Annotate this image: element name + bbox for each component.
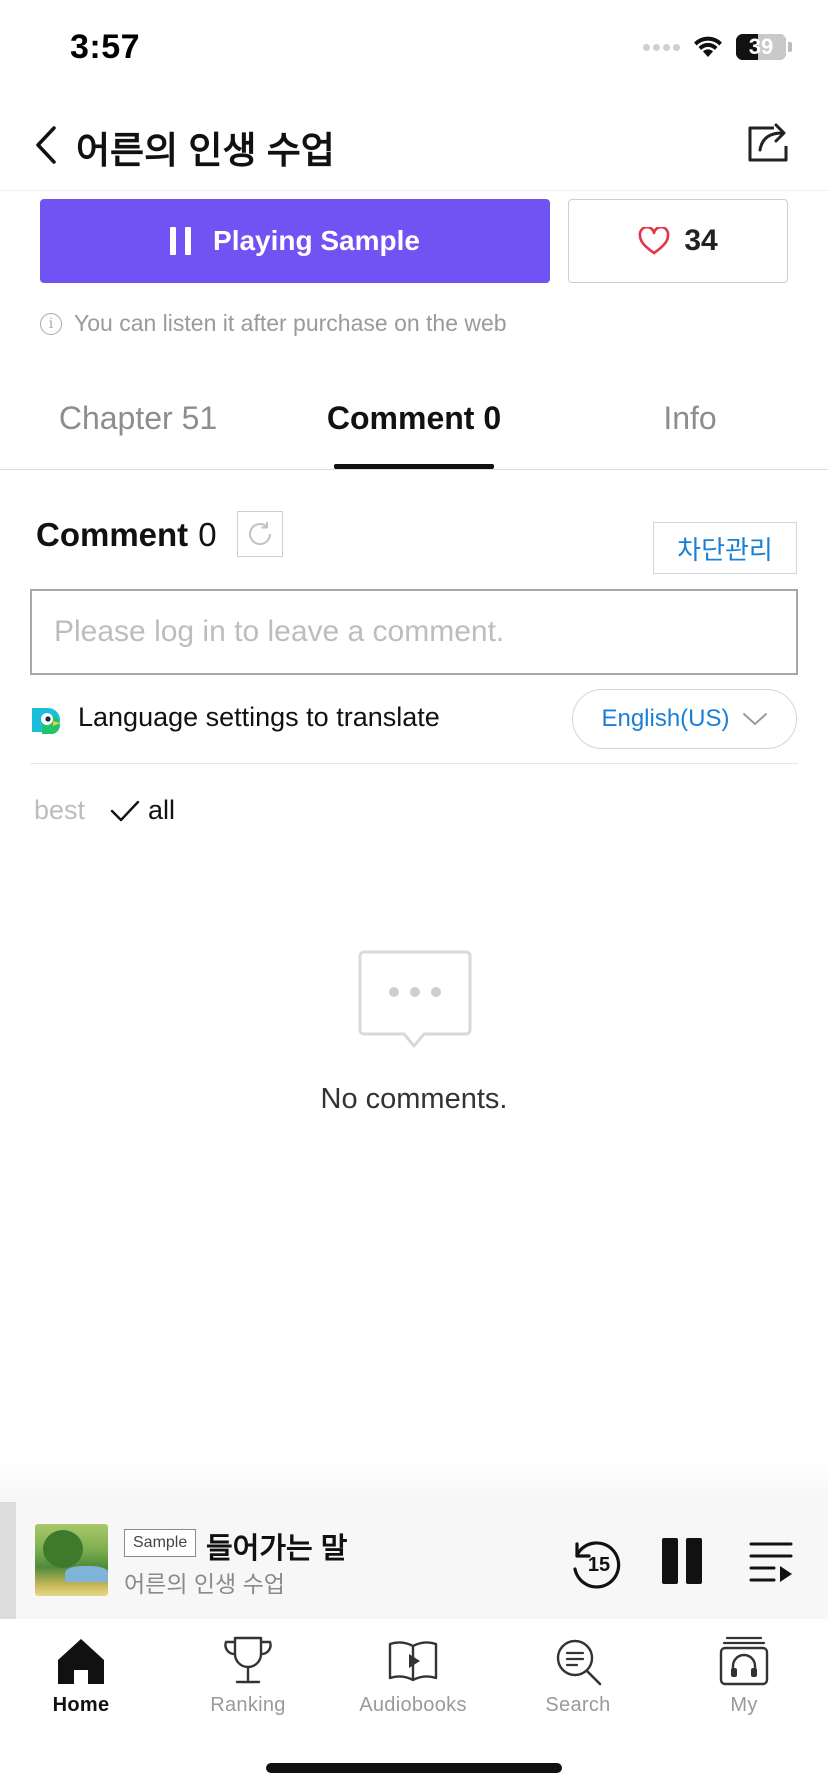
- comment-heading-label: Comment: [36, 516, 189, 553]
- nav-my-label: My: [730, 1694, 758, 1716]
- filter-best[interactable]: best: [34, 795, 85, 826]
- track-book-title: 어른의 인생 수업: [124, 1571, 285, 1597]
- like-count: 34: [684, 224, 718, 257]
- heart-icon: [638, 227, 670, 255]
- page-title: 어른의 인생 수업: [76, 130, 335, 171]
- open-book-play-icon: [388, 1641, 438, 1682]
- tab-info[interactable]: Info: [640, 400, 740, 437]
- trophy-icon: [224, 1636, 272, 1684]
- papago-translate-icon: [32, 708, 60, 735]
- comment-heading: Comment 0: [36, 516, 217, 554]
- checkmark-icon: [110, 800, 140, 821]
- home-icon: [58, 1639, 104, 1684]
- nav-search[interactable]: Search: [503, 1634, 653, 1717]
- tab-comment[interactable]: Comment 0: [318, 400, 510, 437]
- rewind-seconds: 15: [588, 1554, 610, 1576]
- purchase-notice: i You can listen it after purchase on th…: [40, 310, 507, 337]
- filter-all-label: all: [148, 795, 176, 825]
- notice-text: You can listen it after purchase on the …: [74, 310, 507, 336]
- back-arrow-icon[interactable]: [28, 120, 68, 170]
- nav-search-label: Search: [545, 1694, 611, 1716]
- player-fade: [0, 1460, 828, 1502]
- battery-icon: 39: [736, 34, 786, 60]
- home-indicator: [266, 1763, 562, 1773]
- mini-player-edge: [0, 1502, 16, 1619]
- pause-icon: [170, 227, 192, 255]
- nav-home[interactable]: Home: [6, 1634, 156, 1717]
- battery-nub: [788, 42, 792, 52]
- nav-my[interactable]: My: [669, 1634, 819, 1717]
- comment-count: 0: [198, 516, 217, 553]
- header-divider: [0, 190, 828, 191]
- like-button[interactable]: 34: [568, 199, 788, 283]
- speech-bubble-icon: [358, 950, 472, 1048]
- playing-sample-button[interactable]: Playing Sample: [40, 199, 550, 283]
- chevron-down-icon: [742, 713, 767, 725]
- nav-ranking[interactable]: Ranking: [173, 1634, 323, 1717]
- book-cover[interactable]: [35, 1524, 108, 1596]
- status-icons: 39: [643, 34, 792, 60]
- tab-chapter[interactable]: Chapter 51: [40, 400, 236, 437]
- track-title[interactable]: 들어가는 말: [206, 1525, 347, 1567]
- refresh-button[interactable]: [237, 511, 283, 557]
- nav-home-label: Home: [52, 1694, 110, 1716]
- filter-all[interactable]: all: [110, 795, 175, 826]
- block-manage-button[interactable]: 차단관리: [653, 522, 797, 574]
- language-selected: English(US): [601, 705, 730, 732]
- refresh-icon: [249, 522, 271, 545]
- rewind-15-icon[interactable]: 15: [567, 1535, 623, 1591]
- nav-ranking-label: Ranking: [210, 1694, 286, 1716]
- language-select[interactable]: English(US): [572, 689, 797, 749]
- info-icon: i: [40, 312, 62, 335]
- status-time: 3:57: [70, 28, 141, 66]
- mini-player[interactable]: [0, 1502, 828, 1619]
- nav-audiobooks-label: Audiobooks: [359, 1694, 467, 1716]
- playlist-icon[interactable]: [748, 1538, 794, 1582]
- headphones-library-icon: [719, 1636, 769, 1686]
- pause-button[interactable]: [662, 1538, 702, 1584]
- signal-icon: [643, 43, 680, 51]
- search-icon: [556, 1639, 602, 1686]
- language-divider: [30, 763, 798, 764]
- tabs-divider: [0, 469, 828, 470]
- share-icon[interactable]: [744, 118, 794, 166]
- battery-level: 39: [748, 34, 774, 59]
- language-settings-label: Language settings to translate: [78, 702, 440, 732]
- sample-badge: Sample: [124, 1529, 197, 1557]
- comment-input[interactable]: [30, 589, 798, 675]
- nav-audiobooks[interactable]: Audiobooks: [338, 1634, 488, 1717]
- play-button-label: Playing Sample: [213, 225, 420, 256]
- wifi-icon: [694, 36, 722, 57]
- empty-comments-text: No comments.: [320, 1083, 508, 1115]
